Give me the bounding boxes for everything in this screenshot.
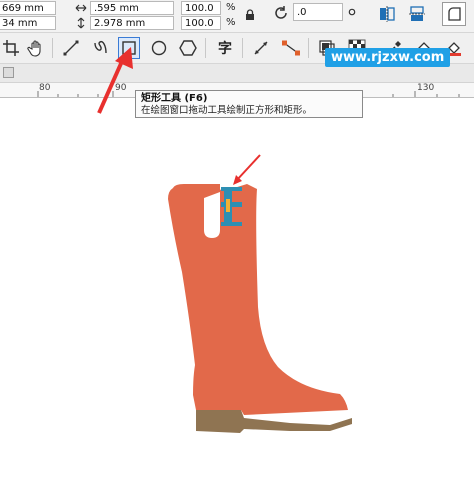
text-tool-icon[interactable]: 字 [214,37,236,59]
rotation-unit-icon [346,4,358,20]
connector-tool-icon[interactable] [280,37,302,59]
selection-handle-top[interactable] [221,187,242,191]
tooltip-title: 矩形工具 (F6) [141,93,208,104]
document-tab-icon[interactable] [3,67,14,78]
scale-x-field[interactable]: 100.0 [181,1,221,15]
width-field[interactable]: .595 mm [90,1,174,15]
freehand-tool-icon[interactable] [60,37,82,59]
boot-body[interactable] [168,184,348,415]
scale-y-percent: % [226,17,236,28]
dimension-tool-icon[interactable] [250,37,272,59]
height-field[interactable]: 2.978 mm [90,16,174,30]
scale-y-field[interactable]: 100.0 [181,16,221,30]
boot-notch [204,192,220,238]
ellipse-tool-icon[interactable] [148,37,170,59]
rectangle-tool-tooltip: 矩形工具 (F6) 在绘图窗口拖动工具绘制正方形和矩形。 [135,90,363,118]
rotation-field[interactable]: .0 [293,3,343,21]
x-position-field[interactable]: 669 mm [0,1,56,15]
drawing-canvas[interactable] [0,97,474,489]
mirror-horizontal-icon[interactable] [376,3,398,25]
toolbar-separator [242,38,243,58]
ruler-label: 130 [417,83,435,93]
lock-ratio-icon[interactable] [243,7,257,23]
buckle-center [226,199,230,212]
y-position-field[interactable]: 34 mm [0,16,56,30]
ruler-label: 80 [39,83,51,93]
width-arrows-icon [74,1,88,15]
selection-handle-middle[interactable] [221,202,242,207]
toolbar-separator [52,38,53,58]
watermark: www.rjzxw.com [325,48,451,67]
property-bar: 669 mm 34 mm .595 mm 2.978 mm 100.0 100.… [0,0,474,33]
toolbar-separator [308,38,309,58]
annotation-arrow-line [235,154,261,182]
toolbar-separator [205,38,206,58]
crop-tool-icon[interactable] [0,37,22,59]
selection-handle-bottom[interactable] [221,222,242,226]
scale-x-percent: % [226,2,236,13]
corner-shape-icon[interactable] [442,2,466,26]
mirror-vertical-icon[interactable] [406,3,428,25]
rotate-icon[interactable] [271,3,291,23]
pan-hand-tool-icon[interactable] [25,37,47,59]
tooltip-description: 在绘图窗口拖动工具绘制正方形和矩形。 [141,105,313,116]
height-arrows-icon [74,16,88,30]
tool-pointer-arrow-head [115,47,133,69]
tool-pointer-arrow-shaft [97,58,125,114]
polygon-tool-icon[interactable] [177,37,199,59]
